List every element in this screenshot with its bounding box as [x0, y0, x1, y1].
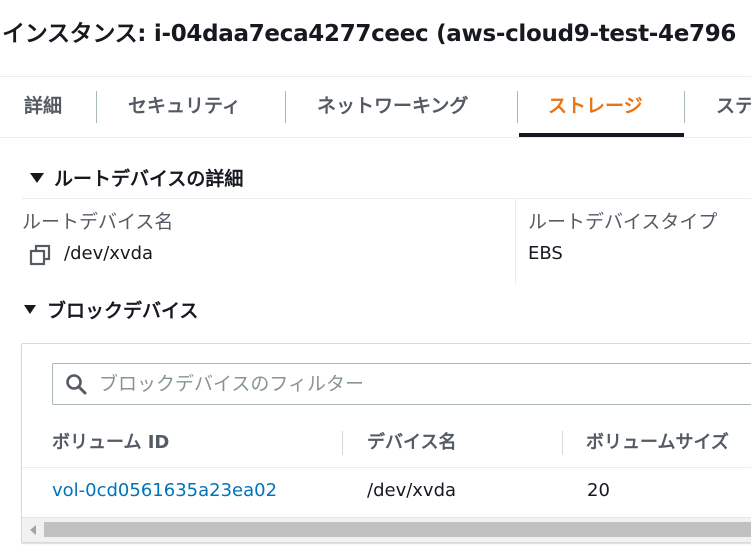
tab-divider	[285, 91, 286, 123]
column-divider	[515, 198, 516, 284]
caret-down-icon	[30, 172, 44, 183]
filter-box	[52, 363, 751, 405]
column-resize-handle[interactable]	[562, 431, 563, 455]
horizontal-scrollbar[interactable]	[22, 517, 751, 542]
page-title: インスタンス: i-04daa7eca4277ceec (aws-cloud9-…	[2, 21, 737, 47]
tab-divider	[96, 91, 97, 123]
root-device-name-label: ルートデバイス名	[22, 211, 174, 233]
block-devices-section-toggle[interactable]: ブロックデバイス	[24, 296, 198, 323]
root-device-section-toggle[interactable]: ルートデバイスの詳細	[30, 164, 243, 191]
tab-details[interactable]: 詳細	[24, 77, 62, 137]
column-header-device-name[interactable]: デバイス名	[367, 428, 456, 454]
column-resize-handle[interactable]	[342, 431, 343, 455]
volume-size-cell: 20	[587, 480, 610, 501]
column-header-volume-id[interactable]: ボリューム ID	[52, 428, 169, 454]
device-name-cell: /dev/xvda	[367, 480, 457, 501]
tab-security[interactable]: セキュリティ	[128, 77, 241, 137]
tab-divider	[684, 91, 685, 123]
tab-divider	[517, 91, 518, 123]
root-device-section-title: ルートデバイスの詳細	[54, 168, 244, 190]
caret-down-icon	[24, 305, 36, 314]
active-tab-indicator	[519, 133, 684, 137]
root-device-type-value: EBS	[528, 243, 563, 264]
table-header-divider	[22, 467, 751, 468]
search-icon	[66, 374, 87, 395]
copy-icon[interactable]	[29, 244, 51, 266]
section-divider	[22, 198, 751, 199]
volume-id-link[interactable]: vol-0cd0561635a23ea02	[52, 480, 277, 501]
tab-storage[interactable]: ストレージ	[548, 77, 643, 137]
block-devices-section-title: ブロックデバイス	[47, 300, 199, 322]
column-header-volume-size[interactable]: ボリュームサイズ	[586, 428, 729, 454]
scrollbar-thumb[interactable]	[44, 522, 751, 537]
page-header: インスタンス: i-04daa7eca4277ceec (aws-cloud9-…	[0, 0, 751, 66]
block-device-filter-input[interactable]	[99, 373, 699, 395]
block-devices-table: ボリューム ID デバイス名 ボリュームサイズ vol-0cd0561635a2…	[21, 343, 751, 543]
tab-bar: 詳細 セキュリティ ネットワーキング ストレージ ステ	[0, 76, 751, 138]
scroll-left-icon[interactable]	[30, 525, 36, 535]
root-device-type-label: ルートデバイスタイプ	[528, 211, 718, 233]
tab-status-checks[interactable]: ステ	[716, 77, 751, 137]
tab-networking[interactable]: ネットワーキング	[317, 77, 468, 137]
root-device-name-value: /dev/xvda	[64, 243, 154, 264]
